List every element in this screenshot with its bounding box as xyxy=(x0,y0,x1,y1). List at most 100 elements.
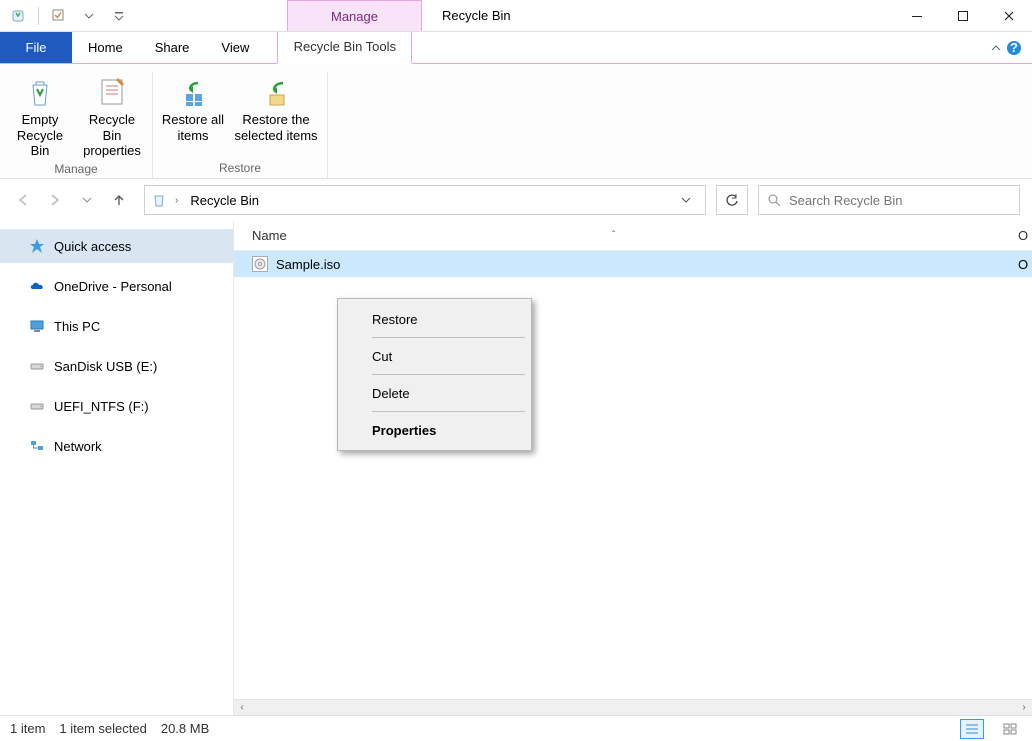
address-bar[interactable]: › Recycle Bin xyxy=(144,185,706,215)
breadcrumb-chevron[interactable]: › xyxy=(173,195,180,206)
large-icons-view-button[interactable] xyxy=(998,719,1022,739)
context-menu: Restore Cut Delete Properties xyxy=(337,298,532,451)
chevron-down-icon xyxy=(681,195,691,205)
column-header-other[interactable]: O xyxy=(1018,228,1032,243)
column-header-name[interactable]: Name xyxy=(252,228,612,243)
nav-network[interactable]: Network xyxy=(0,429,233,463)
quick-access-toolbar xyxy=(0,0,137,31)
status-bar: 1 item 1 item selected 20.8 MB xyxy=(0,715,1032,741)
nav-sandisk-usb[interactable]: SanDisk USB (E:) xyxy=(0,349,233,383)
sort-indicator: ˆ xyxy=(612,230,615,241)
restore-all-icon xyxy=(176,75,210,109)
details-view-icon xyxy=(965,723,979,735)
up-button[interactable] xyxy=(108,189,130,211)
details-view-button[interactable] xyxy=(960,719,984,739)
cloud-icon xyxy=(29,278,45,294)
ribbon-collapse-button[interactable] xyxy=(990,42,1002,54)
tab-home[interactable]: Home xyxy=(72,32,139,63)
close-icon xyxy=(1003,10,1015,22)
empty-recycle-bin-button[interactable]: Empty Recycle Bin xyxy=(6,72,74,159)
nav-onedrive[interactable]: OneDrive - Personal xyxy=(0,269,233,303)
app-icon[interactable] xyxy=(6,5,30,27)
horizontal-scrollbar[interactable]: ‹ › xyxy=(234,699,1032,715)
main-area: Quick access OneDrive - Personal This PC… xyxy=(0,221,1032,715)
refresh-button[interactable] xyxy=(716,185,748,215)
tab-recycle-bin-tools[interactable]: Recycle Bin Tools xyxy=(277,32,412,64)
star-icon xyxy=(29,238,45,254)
tab-view[interactable]: View xyxy=(205,32,265,63)
qat-divider xyxy=(38,7,39,25)
context-menu-delete[interactable]: Delete xyxy=(338,377,531,409)
context-menu-restore[interactable]: Restore xyxy=(338,303,531,335)
recycle-bin-empty-icon xyxy=(23,75,57,109)
back-button[interactable] xyxy=(12,189,34,211)
minimize-button[interactable] xyxy=(894,0,940,31)
ribbon-tab-row: File Home Share View Recycle Bin Tools ? xyxy=(0,32,1032,64)
status-size: 20.8 MB xyxy=(161,721,209,736)
restore-selected-icon xyxy=(259,75,293,109)
ribbon-group-caption: Manage xyxy=(54,159,97,179)
column-header-row: Name ˆ O xyxy=(234,221,1032,251)
help-icon: ? xyxy=(1006,40,1022,56)
forward-button[interactable] xyxy=(44,189,66,211)
close-button[interactable] xyxy=(986,0,1032,31)
restore-selected-items-button[interactable]: Restore the selected items xyxy=(231,72,321,158)
ribbon-body: Empty Recycle Bin Recycle Bin properties… xyxy=(0,64,1032,179)
maximize-icon xyxy=(957,10,969,22)
search-box[interactable] xyxy=(758,185,1020,215)
navigation-bar: › Recycle Bin xyxy=(0,179,1032,221)
search-input[interactable] xyxy=(789,193,1011,208)
qat-dropdown[interactable] xyxy=(77,5,101,27)
arrow-up-icon xyxy=(111,192,127,208)
monitor-icon xyxy=(29,318,45,334)
context-menu-separator xyxy=(372,411,525,412)
file-name: Sample.iso xyxy=(276,257,340,272)
file-row[interactable]: Sample.iso O xyxy=(234,251,1032,277)
status-selected-count: 1 item selected xyxy=(59,721,146,736)
ribbon-context-title: Manage xyxy=(287,0,422,31)
qat-properties-button[interactable] xyxy=(47,5,71,27)
disc-icon xyxy=(253,257,267,271)
file-icon xyxy=(252,256,268,272)
context-menu-properties[interactable]: Properties xyxy=(338,414,531,446)
drive-icon xyxy=(29,398,45,414)
tab-file[interactable]: File xyxy=(0,32,72,63)
address-dropdown[interactable] xyxy=(681,195,699,205)
breadcrumb-location[interactable]: Recycle Bin xyxy=(186,193,263,208)
context-menu-separator xyxy=(372,374,525,375)
context-menu-separator xyxy=(372,337,525,338)
context-label: Manage xyxy=(331,9,378,24)
chevron-down-icon xyxy=(84,11,94,21)
qat-overflow[interactable] xyxy=(107,5,131,27)
recycle-bin-icon xyxy=(151,192,167,208)
network-icon xyxy=(29,438,45,454)
file-other-cell: O xyxy=(1018,257,1032,272)
refresh-icon xyxy=(724,192,740,208)
titlebar-spacer xyxy=(137,0,287,31)
context-menu-cut[interactable]: Cut xyxy=(338,340,531,372)
arrow-left-icon xyxy=(15,192,31,208)
help-button[interactable]: ? xyxy=(1006,40,1022,56)
scroll-right-button[interactable]: › xyxy=(1016,701,1032,715)
recycle-bin-properties-button[interactable]: Recycle Bin properties xyxy=(78,72,146,159)
maximize-button[interactable] xyxy=(940,0,986,31)
scroll-track[interactable] xyxy=(250,701,1016,715)
file-name-cell: Sample.iso xyxy=(252,256,612,272)
title-bar: Manage Recycle Bin xyxy=(0,0,1032,32)
bar-chevron-icon xyxy=(114,11,124,21)
chevron-down-icon xyxy=(82,195,92,205)
recycle-bin-icon xyxy=(10,8,26,24)
chevron-up-icon xyxy=(990,42,1002,54)
checkbox-icon xyxy=(51,8,67,24)
tab-share[interactable]: Share xyxy=(139,32,206,63)
scroll-left-button[interactable]: ‹ xyxy=(234,701,250,715)
nav-quick-access[interactable]: Quick access xyxy=(0,229,233,263)
svg-text:?: ? xyxy=(1010,40,1018,55)
nav-this-pc[interactable]: This PC xyxy=(0,309,233,343)
ribbon-group-manage: Empty Recycle Bin Recycle Bin properties… xyxy=(0,72,153,178)
large-icons-icon xyxy=(1003,723,1017,735)
restore-all-items-button[interactable]: Restore all items xyxy=(159,72,227,158)
recent-locations-button[interactable] xyxy=(76,189,98,211)
window-controls xyxy=(894,0,1032,31)
nav-uefi-ntfs[interactable]: UEFI_NTFS (F:) xyxy=(0,389,233,423)
